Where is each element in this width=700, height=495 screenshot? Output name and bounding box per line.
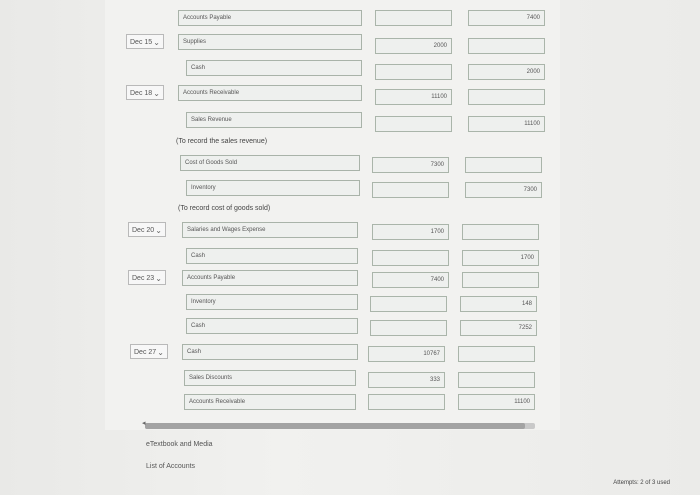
credit-field[interactable]: 7400: [468, 10, 545, 26]
date-value: Dec 15: [130, 39, 153, 46]
scrollbar-thumb[interactable]: [145, 423, 525, 429]
credit-field[interactable]: [465, 157, 542, 173]
date-select[interactable]: Dec 27 ⌄: [130, 344, 168, 359]
entry-note: (To record the sales revenue): [176, 138, 268, 145]
account-field[interactable]: Inventory: [186, 180, 360, 196]
account-field[interactable]: Accounts Receivable: [178, 85, 362, 101]
date-select[interactable]: Dec 18 ⌄: [126, 85, 164, 100]
chevron-down-icon: ⌄: [155, 226, 162, 235]
credit-field[interactable]: [462, 224, 539, 240]
date-select[interactable]: Dec 15 ⌄: [126, 34, 164, 49]
account-field[interactable]: Cash: [186, 318, 358, 334]
entry-note: (To record cost of goods sold): [178, 205, 271, 212]
debit-field[interactable]: 1700: [372, 224, 449, 240]
debit-field[interactable]: [368, 394, 445, 410]
credit-field[interactable]: 148: [460, 296, 537, 312]
chevron-down-icon: ⌄: [157, 348, 164, 357]
account-field[interactable]: Accounts Payable: [178, 10, 362, 26]
credit-field[interactable]: [468, 89, 545, 105]
date-value: Dec 18: [130, 90, 153, 97]
account-field[interactable]: Cash: [186, 248, 358, 264]
credit-field[interactable]: [458, 372, 535, 388]
debit-field[interactable]: 7400: [372, 272, 449, 288]
date-value: Dec 20: [132, 227, 155, 234]
account-field[interactable]: Sales Discounts: [184, 370, 356, 386]
debit-field[interactable]: [370, 320, 447, 336]
account-field[interactable]: Inventory: [186, 294, 358, 310]
list-of-accounts-link[interactable]: List of Accounts: [146, 463, 195, 470]
etextbook-link[interactable]: eTextbook and Media: [146, 441, 213, 448]
debit-field[interactable]: 333: [368, 372, 445, 388]
credit-field[interactable]: 7300: [465, 182, 542, 198]
credit-field[interactable]: 11100: [468, 116, 545, 132]
debit-field[interactable]: 2000: [375, 38, 452, 54]
date-value: Dec 27: [134, 349, 157, 356]
date-select[interactable]: Dec 20 ⌄: [128, 222, 166, 237]
credit-field[interactable]: 1700: [462, 250, 539, 266]
account-field[interactable]: Accounts Payable: [182, 270, 358, 286]
debit-field[interactable]: 10767: [368, 346, 445, 362]
chevron-down-icon: ⌄: [153, 38, 160, 47]
credit-field[interactable]: [462, 272, 539, 288]
chevron-down-icon: ⌄: [153, 89, 160, 98]
debit-field[interactable]: 11100: [375, 89, 452, 105]
debit-field[interactable]: [375, 116, 452, 132]
horizontal-scrollbar[interactable]: [145, 423, 535, 429]
account-field[interactable]: Cash: [186, 60, 362, 76]
account-field[interactable]: Salaries and Wages Expense: [182, 222, 358, 238]
credit-field[interactable]: 11100: [458, 394, 535, 410]
credit-field[interactable]: 7252: [460, 320, 537, 336]
debit-field[interactable]: [372, 250, 449, 266]
date-select[interactable]: Dec 23 ⌄: [128, 270, 166, 285]
attempts-status: Attempts: 2 of 3 used: [613, 480, 670, 486]
credit-field[interactable]: [468, 38, 545, 54]
credit-field[interactable]: 2000: [468, 64, 545, 80]
credit-field[interactable]: [458, 346, 535, 362]
debit-field[interactable]: [372, 182, 449, 198]
debit-field[interactable]: [370, 296, 447, 312]
account-field[interactable]: Cash: [182, 344, 358, 360]
account-field[interactable]: Cost of Goods Sold: [180, 155, 360, 171]
debit-field[interactable]: 7300: [372, 157, 449, 173]
account-field[interactable]: Supplies: [178, 34, 362, 50]
scroll-left-arrow-icon[interactable]: ◂: [142, 419, 146, 427]
debit-field[interactable]: [375, 64, 452, 80]
debit-field[interactable]: [375, 10, 452, 26]
account-field[interactable]: Accounts Receivable: [184, 394, 356, 410]
chevron-down-icon: ⌄: [155, 274, 162, 283]
date-value: Dec 23: [132, 275, 155, 282]
account-field[interactable]: Sales Revenue: [186, 112, 362, 128]
